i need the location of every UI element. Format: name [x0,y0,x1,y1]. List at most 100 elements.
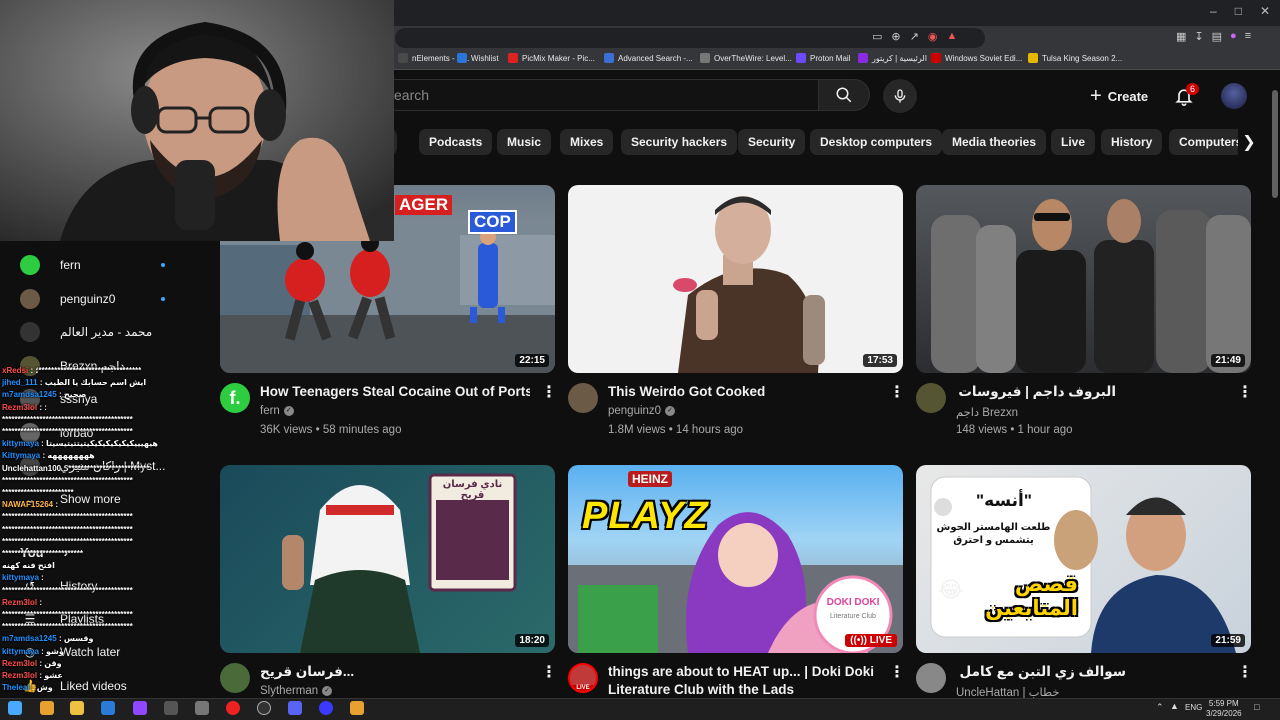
more-options-icon[interactable]: ⋮ [541,384,557,402]
clock[interactable]: 5:59 PM 3/29/2026 [1206,699,1242,719]
profile-icon[interactable]: ● [1230,30,1237,43]
bookmark-label: Proton Mail [810,53,851,63]
create-button[interactable]: + Create [1082,82,1156,110]
extension-icon[interactable]: ▦ [1176,30,1186,43]
channel-avatar[interactable]: f. [220,383,250,413]
vpn-icon[interactable]: ▲ [946,30,957,43]
channel-avatar[interactable] [568,383,598,413]
filter-chip[interactable]: Desktop computers [810,129,943,155]
filter-chip[interactable]: Security [738,129,806,155]
filter-chip[interactable]: Security hackers [621,129,738,155]
app-icon[interactable] [319,701,333,715]
video-thumbnail[interactable]: نادي فرسان قريح 18:20 [220,465,555,653]
more-options-icon[interactable]: ⋮ [1237,664,1253,682]
share-icon[interactable]: ↗ [910,30,919,43]
download-icon[interactable]: ↧ [1194,30,1203,43]
zoom-icon[interactable]: ⊕ [891,30,900,43]
windows-start-icon[interactable] [8,701,22,715]
channel-avatar[interactable] [916,383,946,413]
bookmark-item[interactable]: PicMix Maker - Pic... [508,53,595,63]
file-explorer-icon[interactable] [70,701,84,715]
bookmark-item[interactable]: الرئيسية | كريتور [858,53,927,63]
sidebar-subscription-item[interactable]: محمد - مدير العالم [20,321,152,343]
channel-avatar[interactable] [916,663,946,693]
chat-text: افتح فنه كهنه [2,561,55,571]
app-icon[interactable] [164,701,178,715]
twitch-icon[interactable] [133,701,147,715]
minimize-icon[interactable]: – [1210,4,1217,18]
video-title[interactable]: This Weirdo Got Cooked [608,383,878,401]
channel-name[interactable]: penguinz0 ✓ [608,405,676,417]
language-indicator[interactable]: ENG [1185,703,1202,712]
bookmark-item[interactable]: Tulsa King Season 2... [1028,53,1122,63]
channel-avatar[interactable] [220,663,250,693]
chat-separator: : [38,573,44,583]
sidebar-subscription-item[interactable]: penguinz0 [20,288,115,310]
more-options-icon[interactable]: ⋮ [889,664,905,682]
bookmark-label: Wishlist [471,53,499,63]
channel-avatar [20,322,40,342]
filter-chip[interactable]: Mixes [560,129,614,155]
more-options-icon[interactable]: ⋮ [889,384,905,402]
filter-chip[interactable]: Music [497,129,552,155]
chat-text: ************************** [68,463,150,473]
bookmark-item[interactable]: Wishlist [457,53,499,63]
screen-icon[interactable]: ▭ [872,30,882,43]
network-icon[interactable]: ▲ [1170,701,1179,711]
channel-avatar-live[interactable]: LIVE [568,663,598,693]
video-thumbnail[interactable]: HEINZ PLAYZ DOKI DOKI Literature Club ((… [568,465,903,653]
sidebar-subscription-item[interactable]: fern [20,254,81,276]
filter-chip[interactable]: Podcasts [419,129,493,155]
video-title-line2[interactable]: Literature Club with the Lads [608,681,878,699]
video-title[interactable]: البروف داجم | فيروسات رزدنت ايفل [956,383,1116,401]
bookmark-item[interactable]: Windows Soviet Edi... [931,53,1022,63]
tray-chevron-icon[interactable]: ⌃ [1156,702,1164,713]
account-avatar[interactable] [1221,83,1247,109]
channel-name[interactable]: fern ✓ [260,405,294,417]
menu-icon[interactable]: ≡ [1245,30,1251,43]
wallet-icon[interactable]: ▤ [1212,30,1222,43]
video-thumbnail[interactable]: 17:53 [568,185,903,373]
discord-icon[interactable] [288,701,302,715]
more-options-icon[interactable]: ⋮ [541,664,557,682]
bookmark-item[interactable]: OverTheWire: Level... [700,53,792,63]
chat-username: xRedsi [2,366,29,375]
video-title[interactable]: فرسان قريح... [260,663,530,681]
voice-search-button[interactable] [883,79,917,113]
doki-doki-logo-sub: Literature Club [830,613,876,620]
channel-name[interactable]: داجم Brezxn [956,405,1018,419]
app-icon[interactable] [195,701,209,715]
brave-active-icon[interactable] [350,701,364,715]
chat-message: xRedsi : ؛******************************… [2,366,141,375]
channel-name-text: fern [260,405,280,417]
bookmark-star-icon[interactable]: ◉ [928,30,938,43]
video-thumbnail[interactable]: 21:49 [916,185,1251,373]
channel-name[interactable]: Slytherman ✓ [260,685,333,697]
brave-browser-icon[interactable] [40,701,54,715]
bookmark-item[interactable]: Proton Mail [796,53,850,63]
search-input[interactable]: earch [380,79,818,111]
filter-chip[interactable]: Live [1051,129,1096,155]
video-duration: 22:15 [515,354,549,367]
media-player-icon[interactable] [226,701,240,715]
bookmark-item[interactable]: Advanced Search -... [604,53,693,63]
filter-chip[interactable]: Media theories [942,129,1047,155]
video-duration: 21:49 [1211,354,1245,367]
scrollbar-thumb[interactable] [1272,90,1278,198]
close-icon[interactable]: ✕ [1260,4,1270,18]
maximize-icon[interactable]: □ [1235,4,1242,18]
store-icon[interactable] [101,701,115,715]
obs-icon[interactable] [257,701,271,715]
video-title[interactable]: How Teenagers Steal Cocaine Out of Ports [260,383,530,401]
video-title[interactable]: things are about to HEAT up... | Doki Do… [608,663,878,681]
chips-next-button[interactable]: ❯ [1238,129,1260,155]
search-button[interactable] [818,79,870,111]
video-title[interactable]: سوالف زي التبن مع كامل الحشمه 😂 [956,663,1126,681]
chat-separator: : [29,683,37,693]
video-thumbnail[interactable]: "أنسه" طلعت الهامستر الحوش يتشمس و احترق… [916,465,1251,653]
more-options-icon[interactable]: ⋮ [1237,384,1253,402]
chat-separator: : [56,390,64,400]
filter-chip[interactable]: History [1101,129,1163,155]
channel-name[interactable]: UncleHattan | خطاب [956,685,1060,699]
notifications-tray-icon[interactable]: □ [1254,702,1259,712]
